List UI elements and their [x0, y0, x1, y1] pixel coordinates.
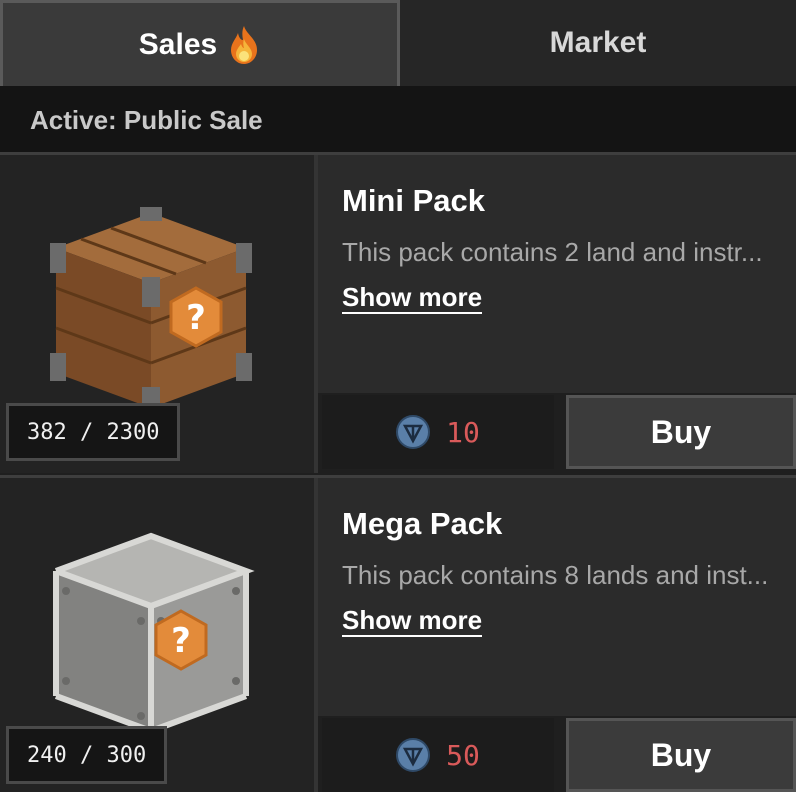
- buy-button[interactable]: Buy: [566, 718, 796, 792]
- pack-image: ? 240 / 300: [0, 478, 314, 792]
- stock-counter: 382 / 2300: [6, 403, 181, 461]
- tab-market-label: Market: [549, 26, 647, 59]
- tab-bar: Sales Market: [0, 0, 796, 86]
- pack-title: Mega Pack: [342, 506, 503, 541]
- flame-icon: [231, 25, 258, 64]
- price-box: 10: [322, 395, 554, 469]
- tab-market[interactable]: Market: [400, 0, 796, 86]
- pack-title: Mini Pack: [342, 183, 485, 218]
- pack-info: Mega Pack This pack contains 8 lands and…: [318, 478, 796, 716]
- active-sale-label: Active: Public Sale: [0, 86, 796, 154]
- tab-sales-label: Sales: [138, 27, 218, 61]
- pack-description: This pack contains 2 land and instr...: [342, 237, 763, 267]
- ton-coin-icon: [396, 738, 431, 772]
- show-more-link[interactable]: Show more: [342, 282, 483, 314]
- metal-crate-image: ?: [53, 532, 255, 735]
- pack-card-mini: ? 382 / 2300 Mini Pack This pack contain…: [0, 155, 796, 473]
- stock-counter: 240 / 300: [6, 726, 168, 784]
- pack-card-mega: ? 240 / 300 Mega Pack This pack contains…: [0, 478, 796, 792]
- tab-sales[interactable]: Sales: [0, 0, 400, 86]
- svg-text:?: ?: [171, 621, 191, 661]
- buy-button[interactable]: Buy: [566, 395, 796, 469]
- ton-coin-icon: [396, 415, 431, 449]
- price-value: 10: [446, 415, 480, 449]
- pack-image: ? 382 / 2300: [0, 155, 314, 473]
- price-value: 50: [446, 738, 480, 772]
- svg-text:?: ?: [186, 298, 206, 338]
- price-box: 50: [322, 718, 554, 792]
- wooden-crate-image: ?: [50, 207, 252, 413]
- show-more-link[interactable]: Show more: [342, 605, 483, 637]
- pack-description: This pack contains 8 lands and inst...: [342, 560, 769, 590]
- pack-info: Mini Pack This pack contains 2 land and …: [318, 155, 796, 393]
